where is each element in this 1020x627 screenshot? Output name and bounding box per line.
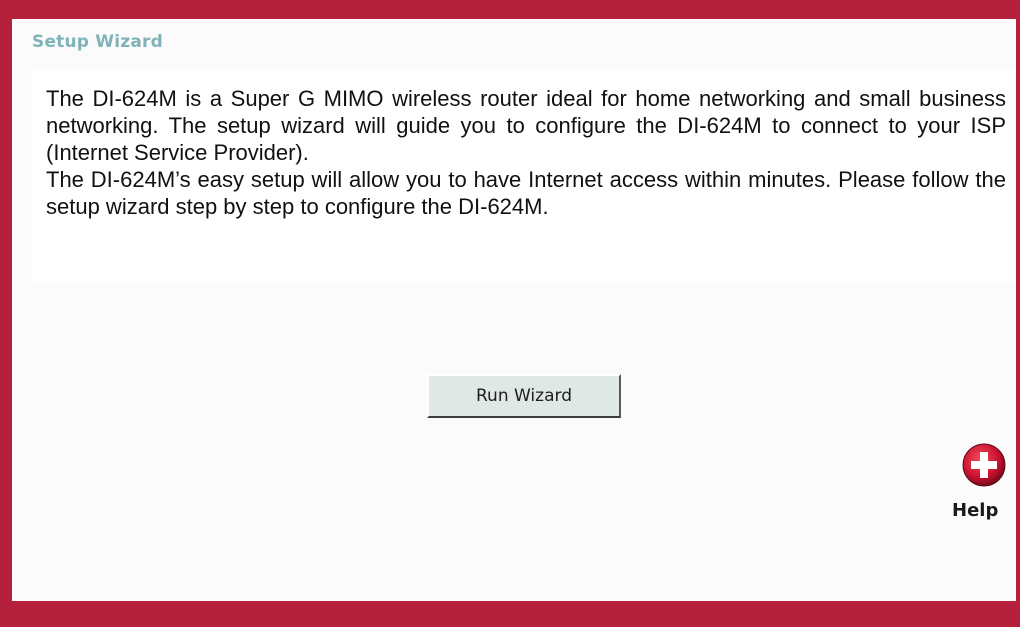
description-paragraph-2: The DI-624M’s easy setup will allow you … (46, 167, 1006, 219)
help-plus-icon (962, 443, 1006, 487)
page-title: Setup Wizard (32, 32, 163, 52)
setup-wizard-panel: Setup Wizard The DI-624M is a Super G MI… (12, 19, 1016, 601)
run-wizard-button[interactable]: Run Wizard (427, 374, 621, 418)
window-frame: Setup Wizard The DI-624M is a Super G MI… (0, 0, 1020, 627)
description-paragraph-1: The DI-624M is a Super G MIMO wireless r… (46, 86, 1006, 165)
help-button[interactable]: Help (946, 437, 1016, 537)
help-label: Help (952, 500, 999, 521)
description-box: The DI-624M is a Super G MIMO wireless r… (32, 69, 1014, 283)
wizard-description: The DI-624M is a Super G MIMO wireless r… (46, 85, 1006, 220)
